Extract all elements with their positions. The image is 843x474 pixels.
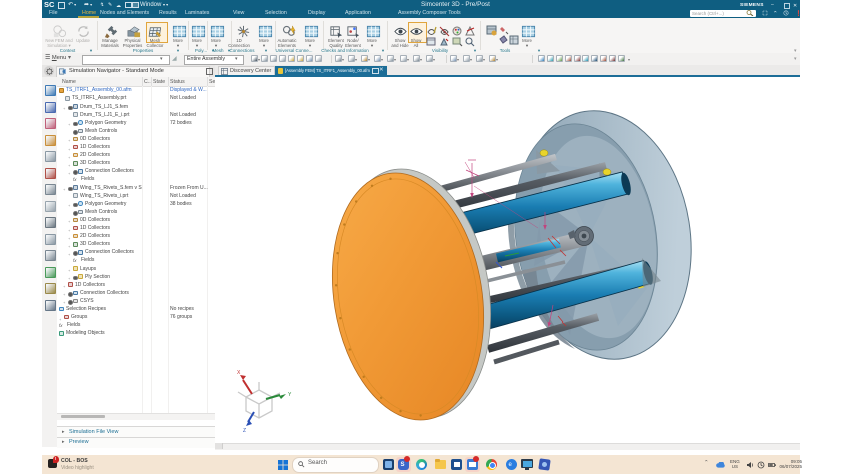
svg-text:Y: Y: [288, 392, 292, 398]
svg-text:Z: Z: [243, 428, 246, 434]
